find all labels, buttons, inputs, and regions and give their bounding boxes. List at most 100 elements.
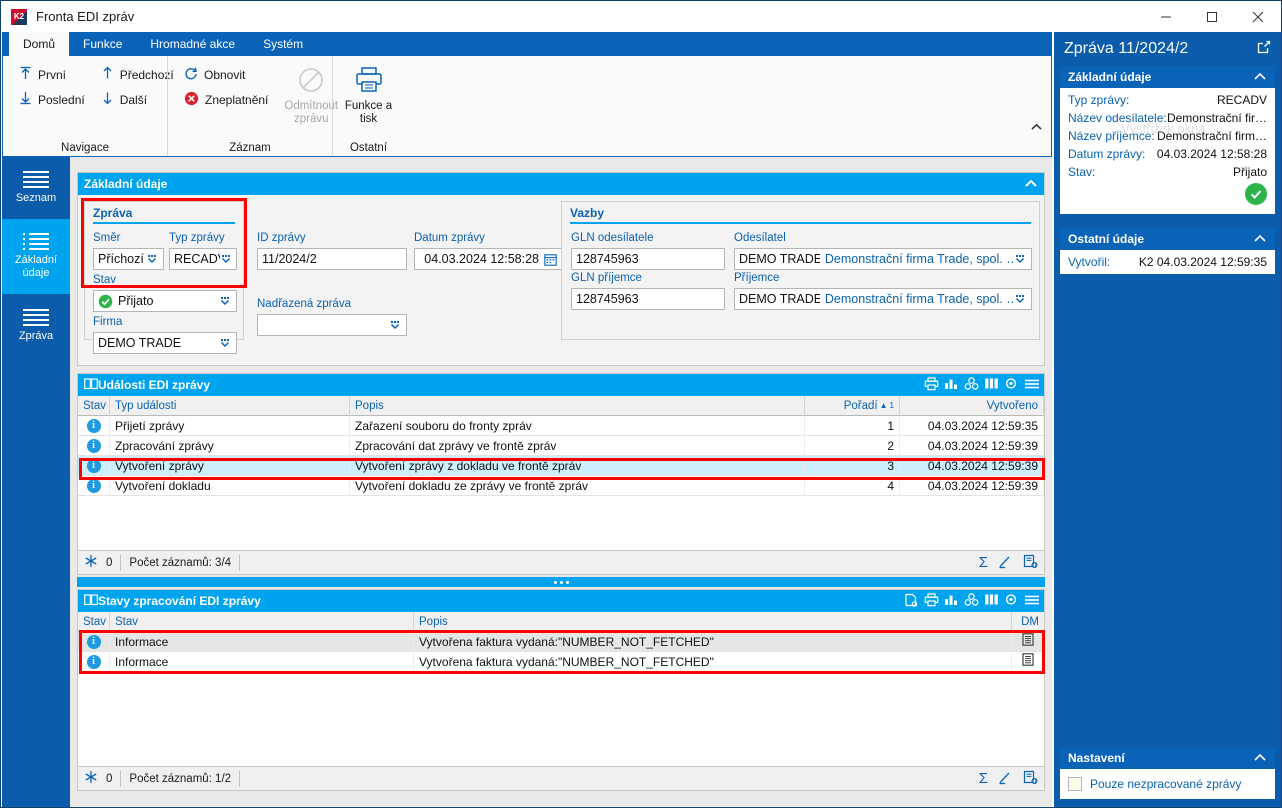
cell-stav-icon: i [78, 651, 110, 672]
table-row[interactable]: i Informace Vytvořena faktura vydaná:"NU… [78, 651, 1044, 672]
field-prijemce[interactable]: DEMO TRADE Demonstrační firma Trade, spo… [734, 288, 1032, 310]
field-gln-prijemce[interactable]: 128745963 [571, 288, 725, 310]
copy-icon[interactable] [1023, 770, 1038, 788]
minimize-button[interactable] [1143, 1, 1189, 32]
ribbon-button-posledni[interactable]: Poslední [11, 87, 93, 112]
info-icon: i [86, 458, 101, 473]
right-section-body-zakladni-udaje: Typ zprávy: RECADV Název odesílatele: De… [1060, 88, 1275, 214]
filter-icon[interactable] [84, 770, 98, 787]
calendar-icon[interactable] [543, 253, 557, 266]
settings-icon[interactable] [1004, 377, 1019, 394]
sidebar-item-seznam[interactable]: Seznam [2, 157, 70, 219]
table-row[interactable]: i Zpracování zprávy Zpracování dat zpráv… [78, 435, 1044, 456]
ribbon-button-zneplatneni[interactable]: Zneplatnění [176, 87, 276, 112]
ribbon-label-zneplatneni: Zneplatnění [205, 92, 269, 107]
chevron-up-icon[interactable] [1253, 751, 1267, 765]
external-link-icon[interactable] [1257, 40, 1271, 59]
cell-typ-udalosti: Zpracování zprávy [110, 435, 350, 456]
field-odesilatel[interactable]: DEMO TRADE Demonstrační firma Trade, spo… [734, 248, 1032, 270]
pivot-icon[interactable] [964, 376, 979, 394]
copy-icon[interactable] [1023, 554, 1038, 572]
chevron-down-icon[interactable] [388, 319, 402, 331]
chevron-down-icon[interactable] [1013, 293, 1027, 305]
application-window: K2 Fronta EDI zpráv Domů Funkce Hromadné… [0, 0, 1282, 808]
field-nadrazena-zprava[interactable] [257, 314, 407, 336]
col-stav[interactable]: Stav [78, 395, 110, 416]
right-section-header-nastaveni[interactable]: Nastavení [1060, 747, 1275, 769]
col-stav-icon[interactable]: Stav [78, 611, 110, 632]
chevron-down-icon[interactable] [1013, 253, 1027, 265]
field-gln-odesilatele[interactable]: 128745963 [571, 248, 725, 270]
doc-icon[interactable] [1022, 632, 1034, 652]
chart-icon[interactable] [944, 377, 959, 394]
table-row[interactable]: i Vytvoření dokladu Vytvoření dokladu ze… [78, 475, 1044, 496]
chevron-up-icon[interactable] [1253, 232, 1267, 246]
field-firma[interactable]: DEMO TRADE [93, 332, 237, 354]
preview-icon[interactable] [904, 593, 919, 610]
tab-funkce[interactable]: Funkce [69, 32, 136, 56]
col-vytvoreno[interactable]: Vytvořeno [900, 395, 1044, 416]
field-id-zpravy[interactable]: 11/2024/2 [257, 248, 407, 270]
sidebar-item-zprava[interactable]: Zpráva [2, 295, 70, 357]
chevron-down-icon[interactable] [218, 295, 232, 307]
table-row-selected[interactable]: i Vytvoření zprávy Vytvoření zprávy z do… [78, 455, 1044, 476]
menu-icon[interactable] [1024, 377, 1040, 394]
chevron-down-icon[interactable] [220, 253, 232, 265]
col-popis[interactable]: Popis [414, 611, 1012, 632]
splitter-handle[interactable] [77, 577, 1045, 587]
right-section-header-ostatni-udaje[interactable]: Ostatní údaje [1060, 228, 1275, 250]
chevron-up-icon[interactable] [1024, 177, 1038, 191]
detail-value: 04.03.2024 12:58:28 [1156, 147, 1267, 161]
ribbon-tabs: Domů Funkce Hromadné akce Systém [2, 32, 1052, 56]
ribbon-button-prvni[interactable]: První [11, 62, 93, 87]
columns-icon[interactable] [984, 377, 999, 394]
field-typ-zpravy[interactable]: RECADV [169, 248, 237, 270]
tab-system[interactable]: Systém [249, 32, 317, 56]
tab-hromadne-akce[interactable]: Hromadné akce [136, 32, 249, 56]
col-typ-udalosti[interactable]: Typ události [110, 395, 350, 416]
edit-icon[interactable] [998, 770, 1013, 788]
col-popis[interactable]: Popis [350, 395, 805, 416]
checkbox-box[interactable] [1068, 777, 1082, 791]
menu-icon[interactable] [1024, 593, 1040, 610]
col-stav[interactable]: Stav [110, 611, 414, 632]
chevron-down-icon[interactable] [218, 337, 232, 349]
cell-popis: Vytvořena faktura vydaná:"NUMBER_NOT_FET… [414, 651, 1012, 672]
chevron-up-icon[interactable] [1253, 70, 1267, 84]
checkbox-pouze-nezpracovane-zpravy[interactable]: Pouze nezpracované zprávy [1060, 772, 1275, 796]
field-datum-zpravy[interactable]: 04.03.2024 12:58:28 [414, 248, 562, 270]
tab-domu[interactable]: Domů [9, 32, 70, 56]
ribbon-button-funkce-a-tisk[interactable]: Funkce a tisk [341, 62, 396, 127]
record-count-label: Počet záznamů: 1/2 [129, 772, 232, 785]
ribbon-collapse-icon[interactable] [1030, 122, 1043, 134]
columns-icon[interactable] [984, 593, 999, 610]
chart-icon[interactable] [944, 593, 959, 610]
pivot-icon[interactable] [964, 592, 979, 610]
col-dm[interactable]: DM [1012, 612, 1044, 632]
status-badge [1060, 181, 1275, 211]
sidebar-label-seznam: Seznam [15, 191, 57, 204]
filter-icon[interactable] [84, 554, 98, 571]
print-icon[interactable] [924, 376, 939, 394]
print-icon[interactable] [924, 592, 939, 610]
maximize-button[interactable] [1189, 1, 1235, 32]
cell-dm[interactable] [1012, 632, 1044, 652]
ribbon-button-obnovit[interactable]: Obnovit [176, 62, 276, 87]
sum-icon[interactable]: Σ [979, 554, 988, 571]
right-section-header-zakladni-udaje[interactable]: Základní údaje [1060, 66, 1275, 88]
field-stav[interactable]: Přijato [93, 290, 237, 312]
cell-dm[interactable] [1012, 652, 1044, 672]
detail-value: K2 04.03.2024 12:59:35 [1138, 255, 1267, 269]
chevron-down-icon[interactable] [145, 253, 159, 265]
sum-icon[interactable]: Σ [979, 770, 988, 787]
field-smer[interactable]: Příchozí [93, 248, 164, 270]
table-row[interactable]: i Přijetí zprávy Zařazení souboru do fro… [78, 415, 1044, 436]
doc-icon[interactable] [1022, 652, 1034, 672]
close-button[interactable] [1235, 1, 1281, 32]
col-poradi[interactable]: Pořadí ▲ 1 [805, 395, 900, 416]
edit-icon[interactable] [998, 554, 1013, 572]
ribbon-label-prvni: První [38, 67, 67, 82]
settings-icon[interactable] [1004, 593, 1019, 610]
sidebar-item-zakladni-udaje[interactable]: Základní údaje [2, 219, 70, 295]
table-row[interactable]: i Informace Vytvořena faktura vydaná:"NU… [78, 631, 1044, 652]
